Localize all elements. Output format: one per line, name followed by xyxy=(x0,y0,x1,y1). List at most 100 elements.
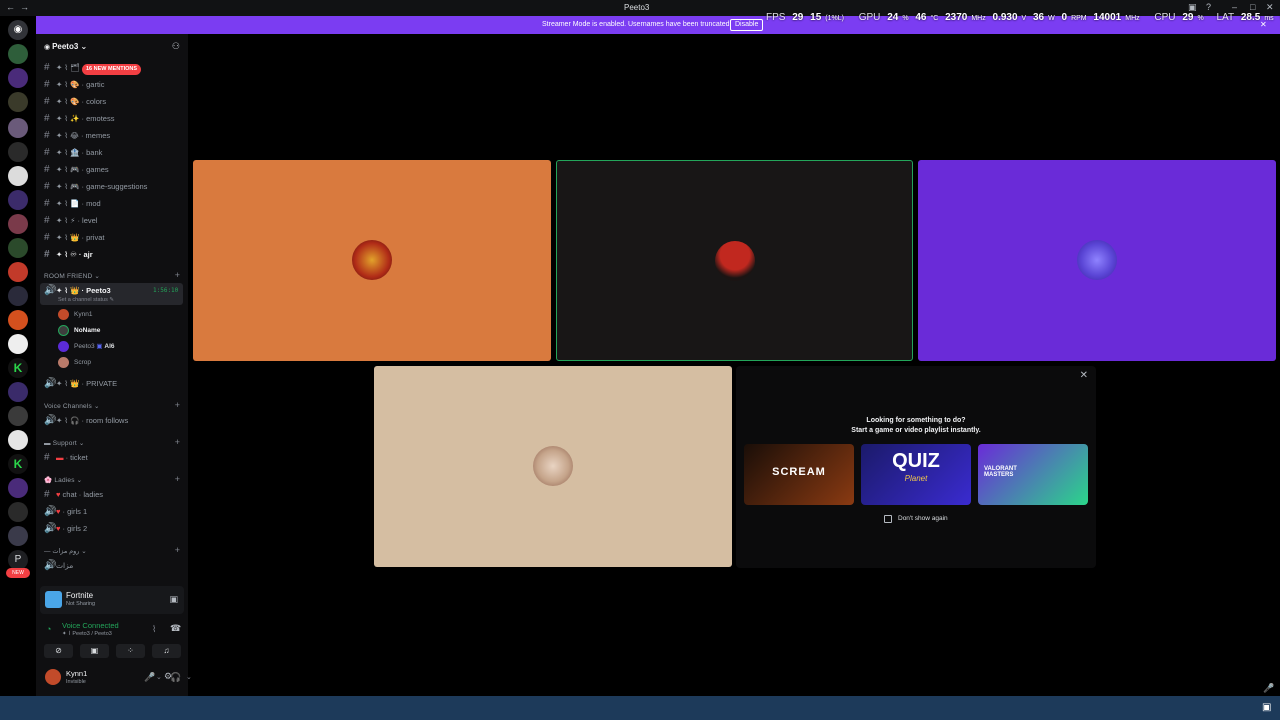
channel-item[interactable]: # ✦ ⌇ 🏦 · bank xyxy=(44,147,102,158)
video-tile[interactable] xyxy=(193,160,551,361)
activity-card-scream[interactable]: SCREAM xyxy=(744,444,854,505)
server-icon[interactable] xyxy=(8,526,28,546)
add-channel-icon[interactable]: + xyxy=(175,400,180,410)
server-icon[interactable] xyxy=(8,142,28,162)
category-ladies[interactable]: 🌸 Ladies ⌄ xyxy=(44,476,82,484)
voice-channel-peeto3[interactable]: 🔊✦ ⌇ 👑 · Peeto3 xyxy=(44,285,111,296)
voice-user[interactable]: Peeto3 ▣ AI6 xyxy=(58,341,115,352)
discord-home-icon[interactable]: ◉ xyxy=(8,20,28,40)
invite-icon[interactable]: ⚇ xyxy=(172,41,180,52)
disconnect-icon[interactable]: ☎ xyxy=(170,623,181,634)
server-icon[interactable] xyxy=(8,382,28,402)
add-channel-icon[interactable]: + xyxy=(175,474,180,484)
avatar xyxy=(533,446,573,486)
discord-app: ← → Peeto3 ▣ ? – □ ✕ Streamer Mode is en… xyxy=(0,0,1280,720)
forward-icon[interactable]: → xyxy=(20,2,29,12)
channel-item[interactable]: # ✦ ⌇ 👑 · privat xyxy=(44,232,104,243)
channel-item[interactable]: # ✦ ⌇ 🎨 · gartic xyxy=(44,79,104,90)
channel-ticket[interactable]: # ▬ · ticket xyxy=(44,452,88,463)
server-icon[interactable] xyxy=(8,286,28,306)
user-name[interactable]: Kynn1 xyxy=(66,669,87,678)
server-icon[interactable] xyxy=(8,478,28,498)
chevron-down-icon[interactable]: ⌄ xyxy=(156,673,162,681)
kick-server-icon[interactable]: K xyxy=(8,454,28,474)
disable-streamer-button[interactable]: Disable xyxy=(730,19,764,31)
server-icon[interactable] xyxy=(8,190,28,210)
activities-button[interactable]: ⁘ xyxy=(116,644,145,658)
voice-user[interactable]: Scrop xyxy=(58,357,91,368)
kick-server-icon[interactable]: K xyxy=(8,358,28,378)
add-channel-icon[interactable]: + xyxy=(175,545,180,555)
server-icon[interactable] xyxy=(8,238,28,258)
server-icon[interactable] xyxy=(8,44,28,64)
close-icon[interactable]: ✕ xyxy=(1080,370,1088,381)
avatar xyxy=(58,309,69,320)
channel-chat-ladies[interactable]: # ♥ chat · ladies xyxy=(44,489,103,500)
maximize-icon[interactable]: □ xyxy=(1250,2,1255,12)
server-icon[interactable] xyxy=(8,406,28,426)
channel-item[interactable]: # ✦ ⌇ 🗂 xyxy=(44,62,80,73)
server-icon[interactable] xyxy=(8,166,28,186)
help-icon[interactable]: ? xyxy=(1206,2,1211,12)
performance-overlay: FPS 29 15 (1%L) GPU 24% 46 °C 2370 MHz 0.93… xyxy=(766,12,1274,23)
noise-suppression-icon[interactable]: ⌇ xyxy=(152,624,156,635)
server-icon[interactable] xyxy=(8,334,28,354)
channel-item[interactable]: # ✦ ⌇ 📄 · mod xyxy=(44,198,101,209)
server-icon[interactable] xyxy=(8,502,28,522)
screen-share-button[interactable]: ▣ xyxy=(80,644,109,658)
add-channel-icon[interactable]: + xyxy=(175,270,180,280)
microphone-icon[interactable]: 🎤 xyxy=(144,672,155,683)
server-icon[interactable] xyxy=(8,214,28,234)
server-icon[interactable] xyxy=(8,68,28,88)
game-activity-panel: Fortnite Not Sharing ▣ xyxy=(40,586,184,614)
minimize-icon[interactable]: – xyxy=(1232,2,1237,12)
activity-card-valorant[interactable]: VALORANT MASTERS xyxy=(978,444,1088,505)
notification-icon[interactable]: ▣ xyxy=(1262,702,1271,713)
activity-card-quiz-planet[interactable]: QUIZ Planet xyxy=(861,444,971,505)
channel-item[interactable]: # ✦ ⌇ 🎨 · colors xyxy=(44,96,106,107)
microphone-icon[interactable]: 🎤 xyxy=(1263,683,1274,694)
category-support[interactable]: ▬ Support ⌄ xyxy=(44,439,85,447)
channel-item[interactable]: # ✦ ⌇ 🎮 · game-suggestions xyxy=(44,181,147,192)
server-icon[interactable] xyxy=(8,118,28,138)
category-voice-channels[interactable]: Voice Channels ⌄ xyxy=(44,402,100,410)
add-channel-icon[interactable]: + xyxy=(175,437,180,447)
soundboard-button[interactable]: ♫ xyxy=(152,644,181,658)
server-icon[interactable] xyxy=(8,92,28,112)
voice-channel-arabic[interactable]: 🔊مزات xyxy=(44,560,73,571)
category-arabic[interactable]: — روم مزات ⌄ xyxy=(44,547,87,555)
channel-item[interactable]: # ✦ ⌇ 😂 · memes xyxy=(44,130,110,141)
camera-button[interactable]: ⊘ xyxy=(44,644,73,658)
voice-channel-room-follows[interactable]: 🔊✦ ⌇ 🎧 · room follows xyxy=(44,415,128,426)
avatar xyxy=(352,240,392,280)
new-mentions-badge[interactable]: 16 NEW MENTIONS xyxy=(82,64,142,75)
server-header[interactable]: ◉ Peeto3 ⌄ xyxy=(44,42,87,51)
chevron-down-icon[interactable]: ⌄ xyxy=(186,673,192,681)
voice-channel-girls-1[interactable]: 🔊♥ · girls 1 xyxy=(44,506,87,517)
back-icon[interactable]: ← xyxy=(6,2,15,12)
channel-item[interactable]: # ✦ ⌇ 🎮 · games xyxy=(44,164,109,175)
video-tile[interactable] xyxy=(374,366,732,567)
share-screen-icon[interactable]: ▣ xyxy=(169,594,178,605)
channel-item[interactable]: # ✦ ⌇ ♾ · ajr xyxy=(44,249,93,260)
voice-channel-private[interactable]: 🔊✦ ⌇ 👑 · PRIVATE xyxy=(44,378,117,389)
channel-item[interactable]: # ✦ ⌇ ⚡ · level xyxy=(44,215,97,226)
gear-icon[interactable]: ⚙ xyxy=(164,671,172,682)
category-room-friend[interactable]: ROOM FRIEND ⌄ xyxy=(44,272,100,280)
server-icon[interactable]: P xyxy=(8,550,28,570)
voice-user[interactable]: Kynn1 xyxy=(58,309,92,320)
server-icon[interactable] xyxy=(8,310,28,330)
video-tile-speaking[interactable] xyxy=(556,160,913,361)
channel-status[interactable]: Set a channel status ✎ xyxy=(58,297,114,303)
voice-connected-label[interactable]: Voice Connected xyxy=(62,621,119,630)
server-icon[interactable] xyxy=(8,262,28,282)
voice-user[interactable]: NoName xyxy=(58,325,100,336)
voice-channel-girls-2[interactable]: 🔊♥ · girls 2 xyxy=(44,523,87,534)
video-tile[interactable] xyxy=(918,160,1276,361)
signal-icon[interactable]: ◔ xyxy=(46,624,51,634)
voice-location[interactable]: ✦ ⌇ Peeto3 / Peeto3 xyxy=(62,631,112,637)
channel-item[interactable]: # ✦ ⌇ ✨ · emotess xyxy=(44,113,114,124)
avatar[interactable] xyxy=(45,669,61,685)
dont-show-checkbox[interactable] xyxy=(884,515,892,523)
server-icon[interactable] xyxy=(8,430,28,450)
